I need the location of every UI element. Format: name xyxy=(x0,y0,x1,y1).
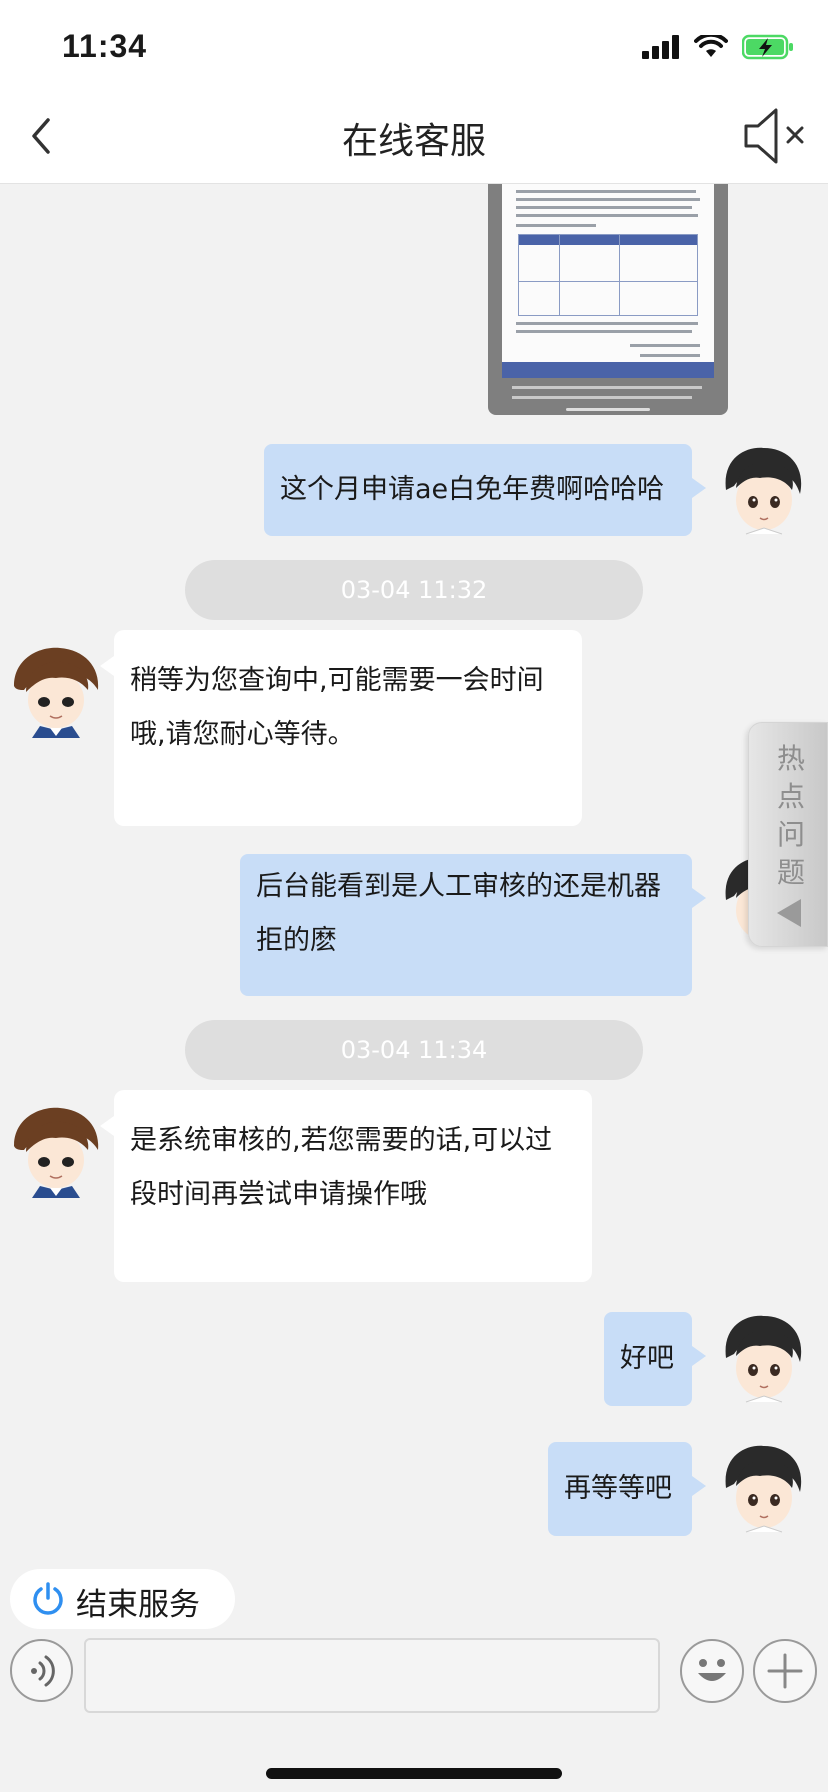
status-bar: 11:34 xyxy=(0,0,828,88)
document-thumbnail xyxy=(502,184,714,362)
mute-button[interactable] xyxy=(740,106,810,166)
user-message-bubble[interactable]: 再等等吧 xyxy=(548,1442,706,1536)
message-text: 好吧 xyxy=(620,1343,674,1374)
end-service-label: 结束服务 xyxy=(76,1587,200,1623)
agent-message-bubble[interactable]: 稍等为您查询中,可能需要一会时间 哦,请您耐心等待。 xyxy=(100,630,582,826)
message-text: 再等等吧 xyxy=(564,1473,672,1504)
user-avatar[interactable] xyxy=(716,1442,808,1534)
user-avatar[interactable] xyxy=(716,444,808,536)
agent-avatar xyxy=(14,1107,99,1198)
message-input[interactable] xyxy=(84,1638,660,1713)
home-indicator xyxy=(266,1768,562,1779)
end-service-button[interactable]: 结束服务 xyxy=(10,1569,235,1629)
timestamp-badge: 03-04 11:32 xyxy=(185,560,643,620)
plus-icon xyxy=(767,1653,803,1689)
hot-questions-tab[interactable]: 热 点 问 题 xyxy=(748,722,828,947)
emoji-button[interactable] xyxy=(680,1639,744,1703)
timestamp-badge: 03-04 11:34 xyxy=(185,1020,643,1080)
hot-questions-char: 题 xyxy=(776,856,805,889)
hot-questions-char: 点 xyxy=(776,780,805,813)
message-text: 这个月申请ae白免年费啊哈哈哈 xyxy=(280,474,665,505)
page-title: 在线客服 xyxy=(341,121,486,162)
message-text-line: 是系统审核的,若您需要的话,可以过 xyxy=(130,1125,553,1156)
image-message[interactable] xyxy=(488,184,728,415)
chat-area[interactable]: 这个月申请ae白免年费啊哈哈哈 03-04 11:32 稍等为您查询中,可能需要… xyxy=(0,184,828,1554)
message-text-line: 后台能看到是人工审核的还是机器 xyxy=(256,871,661,902)
input-bar xyxy=(0,1632,828,1792)
agent-message-bubble[interactable]: 是系统审核的,若您需要的话,可以过 段时间再尝试申请操作哦 xyxy=(100,1090,592,1282)
status-time: 11:34 xyxy=(62,28,148,64)
nav-bar: 在线客服 xyxy=(0,88,828,184)
voice-button[interactable] xyxy=(10,1639,73,1702)
message-text-line: 拒的麽 xyxy=(256,925,337,956)
message-text-line: 段时间再尝试申请操作哦 xyxy=(130,1179,427,1210)
cellular-signal-icon xyxy=(642,35,679,59)
user-avatar[interactable] xyxy=(716,1312,808,1404)
hot-questions-char: 问 xyxy=(776,818,805,851)
user-message-bubble[interactable]: 这个月申请ae白免年费啊哈哈哈 xyxy=(264,444,706,536)
user-message-bubble[interactable]: 好吧 xyxy=(604,1312,706,1406)
triangle-left-icon xyxy=(777,899,801,927)
speaker-muted-icon xyxy=(744,108,804,164)
hot-questions-char: 热 xyxy=(776,742,805,775)
user-message-bubble[interactable]: 后台能看到是人工审核的还是机器 拒的麽 xyxy=(240,854,706,996)
status-icons xyxy=(642,34,794,60)
message-text-line: 稍等为您查询中,可能需要一会时间 xyxy=(130,665,544,696)
more-options-button[interactable] xyxy=(753,1639,817,1703)
battery-charging-icon xyxy=(742,34,793,60)
voice-wave-icon xyxy=(31,1655,55,1687)
agent-avatar xyxy=(14,647,99,738)
message-text-line: 哦,请您耐心等待。 xyxy=(130,719,355,750)
power-icon xyxy=(33,1582,63,1615)
smiley-icon xyxy=(698,1659,726,1681)
wifi-icon xyxy=(694,35,728,57)
